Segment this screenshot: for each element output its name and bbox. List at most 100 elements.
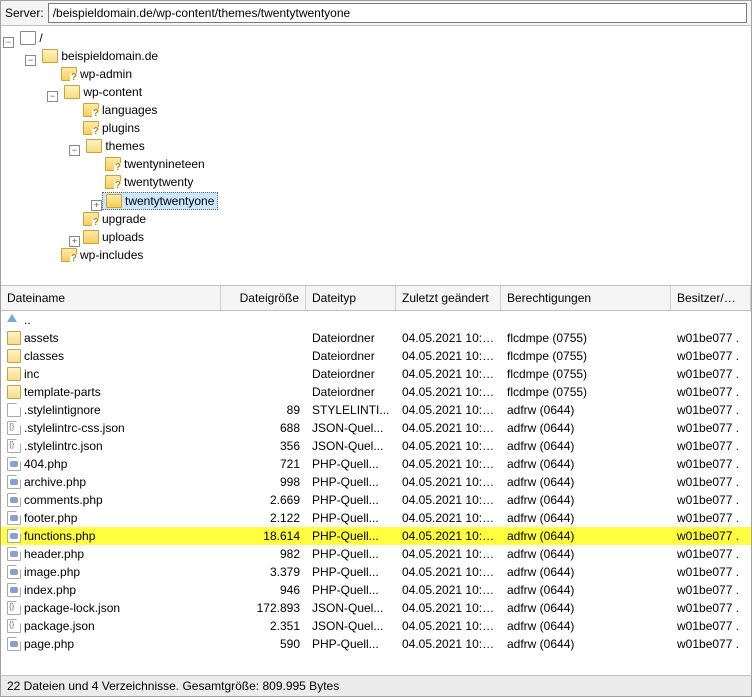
expand-toggle[interactable]: + [91, 200, 102, 211]
file-row[interactable]: .stylelintrc.json356JSON-Quel...04.05.20… [1, 437, 751, 455]
file-type: Dateiordner [306, 365, 396, 383]
file-row[interactable]: classesDateiordner04.05.2021 10:5...flcd… [1, 347, 751, 365]
tree-wp-admin[interactable]: wp-admin [58, 66, 135, 82]
tree-plugins[interactable]: plugins [80, 120, 143, 136]
file-date: 04.05.2021 10:5... [396, 365, 501, 383]
tree-domain[interactable]: beispieldomain.de [39, 48, 161, 64]
tree-twentytwentyone[interactable]: twentytwentyone [102, 192, 218, 210]
remote-tree-pane[interactable]: − / − beispieldomain.de wp-admin − wp-co… [1, 26, 751, 286]
file-row[interactable]: image.php3.379PHP-Quell...04.05.2021 10:… [1, 563, 751, 581]
file-row[interactable]: page.php590PHP-Quell...04.05.2021 10:5..… [1, 635, 751, 653]
server-path-input[interactable] [48, 3, 747, 23]
file-icon [7, 547, 21, 561]
file-type: STYLELINTI... [306, 401, 396, 419]
expand-blank [47, 70, 58, 81]
server-path-bar: Server: [1, 1, 751, 26]
file-name: .stylelintrc.json [24, 439, 103, 453]
file-row[interactable]: .stylelintignore89STYLELINTI...04.05.202… [1, 401, 751, 419]
file-row[interactable]: index.php946PHP-Quell...04.05.2021 10:5.… [1, 581, 751, 599]
expand-toggle[interactable]: − [25, 55, 36, 66]
file-name: .. [24, 313, 31, 327]
tree-upgrade[interactable]: upgrade [80, 211, 149, 227]
tree-label: beispieldomain.de [61, 49, 158, 63]
file-type: PHP-Quell... [306, 527, 396, 545]
file-row[interactable]: assetsDateiordner04.05.2021 10:5...flcdm… [1, 329, 751, 347]
file-perm: adfrw (0644) [501, 473, 671, 491]
file-row[interactable]: .. [1, 311, 751, 329]
file-size [221, 354, 306, 358]
folder-unknown-icon [61, 248, 77, 262]
file-size: 946 [221, 581, 306, 599]
file-type: PHP-Quell... [306, 455, 396, 473]
file-owner: w01be077 . [671, 545, 751, 563]
file-row[interactable]: footer.php2.122PHP-Quell...04.05.2021 10… [1, 509, 751, 527]
folder-icon [83, 230, 99, 244]
file-type: JSON-Quel... [306, 437, 396, 455]
tree-wp-includes[interactable]: wp-includes [58, 247, 146, 263]
file-perm: adfrw (0644) [501, 509, 671, 527]
folder-unknown-icon [105, 175, 121, 189]
expand-toggle[interactable]: − [69, 145, 80, 156]
expand-toggle[interactable]: − [3, 37, 14, 48]
expand-toggle[interactable]: + [69, 236, 80, 247]
col-header-type[interactable]: Dateityp [306, 286, 396, 310]
file-name: inc [24, 367, 39, 381]
file-perm: flcdmpe (0755) [501, 365, 671, 383]
file-date: 04.05.2021 10:5... [396, 581, 501, 599]
file-icon [7, 583, 21, 597]
col-header-perm[interactable]: Berechtigungen [501, 286, 671, 310]
file-row[interactable]: header.php982PHP-Quell...04.05.2021 10:5… [1, 545, 751, 563]
file-type: PHP-Quell... [306, 491, 396, 509]
tree-twentytwenty[interactable]: twentytwenty [102, 174, 196, 190]
file-name: .stylelintignore [24, 403, 101, 417]
col-header-size[interactable]: Dateigröße [221, 286, 306, 310]
file-name: classes [24, 349, 64, 363]
file-owner: w01be077 . [671, 401, 751, 419]
col-header-name[interactable]: Dateiname [1, 286, 221, 310]
file-name: archive.php [24, 475, 86, 489]
file-name: package-lock.json [24, 601, 120, 615]
file-owner: w01be077 . [671, 635, 751, 653]
file-icon [7, 331, 21, 345]
file-list-header[interactable]: Dateiname Dateigröße Dateityp Zuletzt ge… [1, 286, 751, 311]
file-perm: adfrw (0644) [501, 581, 671, 599]
file-perm: flcdmpe (0755) [501, 329, 671, 347]
file-icon [7, 313, 21, 327]
tree-themes[interactable]: themes [83, 138, 147, 154]
file-date: 04.05.2021 10:5... [396, 347, 501, 365]
col-header-date[interactable]: Zuletzt geändert [396, 286, 501, 310]
tree-twentynineteen[interactable]: twentynineteen [102, 156, 208, 172]
file-row[interactable]: archive.php998PHP-Quell...04.05.2021 10:… [1, 473, 751, 491]
tree-uploads[interactable]: uploads [80, 229, 147, 245]
file-owner: w01be077 . [671, 419, 751, 437]
file-size: 172.893 [221, 599, 306, 617]
file-row[interactable]: 404.php721PHP-Quell...04.05.2021 10:5...… [1, 455, 751, 473]
file-perm [501, 318, 671, 322]
file-icon [7, 349, 21, 363]
folder-icon [86, 139, 102, 153]
tree-languages[interactable]: languages [80, 102, 160, 118]
file-row[interactable]: comments.php2.669PHP-Quell...04.05.2021 … [1, 491, 751, 509]
file-list-pane[interactable]: Dateiname Dateigröße Dateityp Zuletzt ge… [1, 286, 751, 675]
tree-wp-content[interactable]: wp-content [61, 84, 145, 100]
col-header-owner[interactable]: Besitzer/Gr... [671, 286, 751, 310]
file-size: 982 [221, 545, 306, 563]
file-row[interactable]: functions.php18.614PHP-Quell...04.05.202… [1, 527, 751, 545]
file-row[interactable]: template-partsDateiordner04.05.2021 10:5… [1, 383, 751, 401]
file-perm: adfrw (0644) [501, 491, 671, 509]
file-name: .stylelintrc-css.json [24, 421, 125, 435]
file-date: 04.05.2021 10:5... [396, 563, 501, 581]
folder-unknown-icon [105, 157, 121, 171]
file-icon [7, 601, 21, 615]
file-row[interactable]: package-lock.json172.893JSON-Quel...04.0… [1, 599, 751, 617]
file-icon [7, 493, 21, 507]
status-bar: 22 Dateien und 4 Verzeichnisse. Gesamtgr… [1, 675, 751, 696]
file-type: JSON-Quel... [306, 599, 396, 617]
file-size: 998 [221, 473, 306, 491]
expand-toggle[interactable]: − [47, 91, 58, 102]
file-row[interactable]: .stylelintrc-css.json688JSON-Quel...04.0… [1, 419, 751, 437]
file-row[interactable]: inc Dateiordner04.05.2021 10:5...flcdmpe … [1, 365, 751, 383]
tree-root[interactable]: / [17, 30, 45, 46]
file-row[interactable]: package.json2.351JSON-Quel...04.05.2021 … [1, 617, 751, 635]
tree-label: twentynineteen [124, 157, 205, 171]
